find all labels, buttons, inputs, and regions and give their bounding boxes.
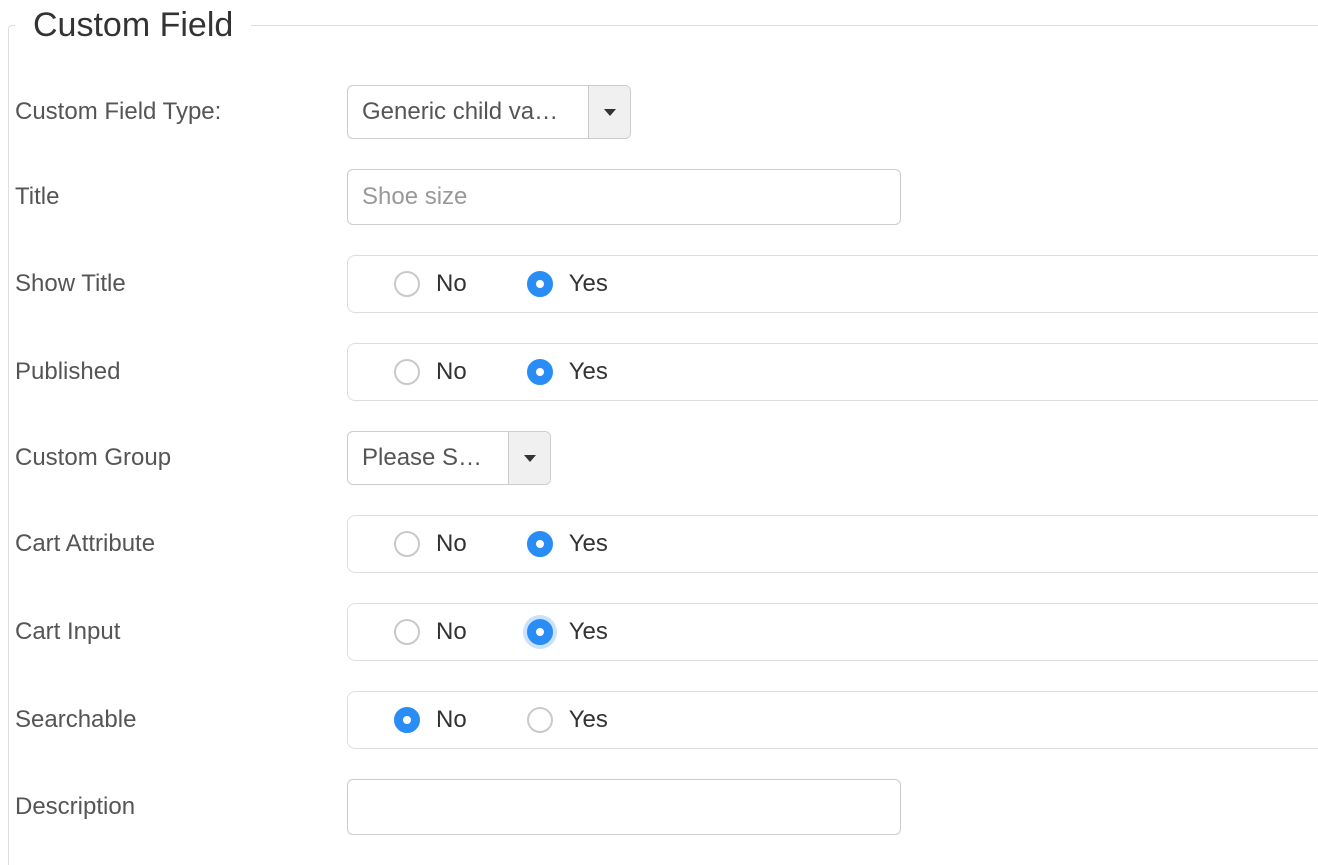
custom-field-type-toggle[interactable] [588,86,630,138]
label-cart-input: Cart Input [15,618,347,646]
radio-icon [394,707,420,733]
row-custom-field-type: Custom Field Type: Generic child va… [15,85,1318,139]
radio-label: No [436,358,467,386]
radio-label: Yes [569,358,608,386]
cart-attribute-yes[interactable]: Yes [527,530,608,558]
custom-field-type-select[interactable]: Generic child va… [347,85,631,139]
custom-group-value: Please S… [348,432,508,484]
searchable-radio-group: No Yes [347,691,1318,749]
label-cart-attribute: Cart Attribute [15,530,347,558]
cart-input-yes[interactable]: Yes [527,618,608,646]
published-no[interactable]: No [394,358,467,386]
published-radio-group: No Yes [347,343,1318,401]
show-title-no[interactable]: No [394,270,467,298]
label-custom-group: Custom Group [15,444,347,472]
row-cart-input: Cart Input No Yes [15,603,1318,661]
label-show-title: Show Title [15,270,347,298]
searchable-yes[interactable]: Yes [527,706,608,734]
radio-label: Yes [569,530,608,558]
custom-group-toggle[interactable] [508,432,550,484]
radio-label: No [436,530,467,558]
caret-down-icon [524,455,536,462]
label-description: Description [15,793,347,821]
label-published: Published [15,358,347,386]
fieldset-legend: Custom Field [15,6,251,45]
radio-icon [527,531,553,557]
show-title-radio-group: No Yes [347,255,1318,313]
cart-input-no[interactable]: No [394,618,467,646]
searchable-no[interactable]: No [394,706,467,734]
row-description: Description [15,779,1318,835]
radio-label: Yes [569,706,608,734]
radio-label: No [436,270,467,298]
published-yes[interactable]: Yes [527,358,608,386]
custom-field-fieldset: Custom Field Custom Field Type: Generic … [8,6,1318,865]
radio-icon [394,271,420,297]
radio-label: No [436,706,467,734]
label-searchable: Searchable [15,706,347,734]
label-custom-field-type: Custom Field Type: [15,98,347,126]
radio-icon [527,707,553,733]
row-searchable: Searchable No Yes [15,691,1318,749]
row-published: Published No Yes [15,343,1318,401]
radio-icon [527,619,553,645]
radio-label: Yes [569,270,608,298]
row-cart-attribute: Cart Attribute No Yes [15,515,1318,573]
radio-icon [527,359,553,385]
radio-icon [527,271,553,297]
radio-icon [394,619,420,645]
description-input[interactable] [347,779,901,835]
custom-group-select[interactable]: Please S… [347,431,551,485]
row-show-title: Show Title No Yes [15,255,1318,313]
row-title: Title Shoe size [15,169,1318,225]
radio-label: No [436,618,467,646]
title-input[interactable]: Shoe size [347,169,901,225]
row-custom-group: Custom Group Please S… [15,431,1318,485]
cart-attribute-radio-group: No Yes [347,515,1318,573]
label-title: Title [15,183,347,211]
caret-down-icon [604,109,616,116]
radio-icon [394,531,420,557]
radio-label: Yes [569,618,608,646]
radio-icon [394,359,420,385]
show-title-yes[interactable]: Yes [527,270,608,298]
cart-input-radio-group: No Yes [347,603,1318,661]
custom-field-type-value: Generic child va… [348,86,588,138]
cart-attribute-no[interactable]: No [394,530,467,558]
